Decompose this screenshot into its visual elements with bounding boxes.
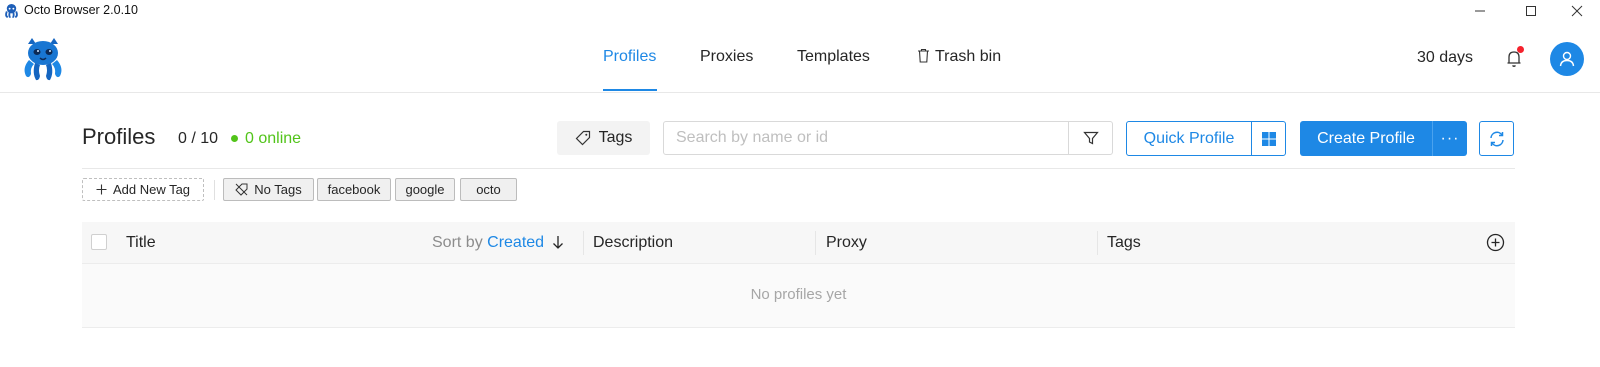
close-icon <box>1571 5 1583 17</box>
nav-proxies[interactable]: Proxies <box>700 48 753 66</box>
plus-icon <box>96 184 107 195</box>
minimize-button[interactable] <box>1457 0 1503 22</box>
trash-icon <box>918 48 929 63</box>
notifications-button[interactable] <box>1503 46 1525 70</box>
quick-profile-button[interactable]: Quick Profile <box>1126 121 1252 156</box>
tag-chip-no-tags[interactable]: No Tags <box>223 178 314 201</box>
octo-logo <box>24 38 62 81</box>
window-titlebar: Octo Browser 2.0.10 <box>0 0 1600 22</box>
nav-templates[interactable]: Templates <box>797 48 870 66</box>
create-profile-button[interactable]: Create Profile <box>1300 121 1432 156</box>
sort-descending-icon[interactable] <box>552 235 564 249</box>
tag-icon <box>575 130 590 146</box>
tags-separator <box>214 180 215 200</box>
page-title: Profiles <box>82 124 156 149</box>
column-divider <box>815 231 816 255</box>
online-count: 0 online <box>245 130 302 147</box>
column-header-title[interactable]: Title <box>126 234 156 252</box>
filter-icon <box>1083 131 1099 145</box>
tag-chip-label: No Tags <box>254 182 302 197</box>
select-all-checkbox[interactable] <box>91 234 107 250</box>
octo-app-icon <box>5 3 18 18</box>
add-new-tag-button[interactable]: Add New Tag <box>82 178 204 201</box>
subscription-days: 30 days <box>1417 49 1474 66</box>
tag-chip[interactable]: facebook <box>317 178 391 201</box>
refresh-icon <box>1489 131 1504 146</box>
tags-button-label: Tags <box>598 129 633 146</box>
more-options-button[interactable]: ··· <box>1432 121 1467 156</box>
column-divider <box>583 231 584 255</box>
table-header: Title Sort by Created Description Proxy … <box>82 222 1515 264</box>
close-window-button[interactable] <box>1554 0 1600 22</box>
add-new-tag-label: Add New Tag <box>112 182 191 197</box>
column-header-proxy[interactable]: Proxy <box>826 234 867 252</box>
column-header-tags[interactable]: Tags <box>1107 234 1141 252</box>
column-divider <box>1097 231 1098 255</box>
no-tag-icon <box>235 183 248 196</box>
minimize-icon <box>1475 10 1485 12</box>
os-select-button[interactable] <box>1251 121 1286 156</box>
nav-trash-bin[interactable]: Trash bin <box>917 48 1001 66</box>
filter-button[interactable] <box>1069 122 1113 154</box>
app-header: Profiles Proxies Templates Trash bin 30 … <box>0 22 1600 93</box>
sort-by-value[interactable]: Created <box>487 234 544 251</box>
tags-button[interactable]: Tags <box>557 121 650 155</box>
refresh-button[interactable] <box>1479 121 1514 156</box>
column-header-description[interactable]: Description <box>593 234 673 252</box>
nav-trash-label: Trash bin <box>935 48 1002 65</box>
nav-active-indicator <box>603 89 657 91</box>
maximize-icon <box>1526 6 1536 16</box>
maximize-button[interactable] <box>1508 0 1554 22</box>
online-status-dot <box>231 135 238 142</box>
search-box <box>663 121 1113 155</box>
table-body: No profiles yet <box>82 264 1515 328</box>
tag-chip[interactable]: google <box>395 178 455 201</box>
notification-badge <box>1517 46 1524 53</box>
sort-control[interactable]: Sort by Created <box>432 234 564 252</box>
toolbar-divider <box>82 168 1515 169</box>
window-title: Octo Browser 2.0.10 <box>24 3 138 17</box>
empty-state-text: No profiles yet <box>750 286 847 303</box>
nav-profiles[interactable]: Profiles <box>603 48 656 66</box>
windows-icon <box>1261 131 1276 146</box>
search-input[interactable] <box>664 122 1069 154</box>
add-column-icon[interactable] <box>1486 233 1505 252</box>
user-avatar-button[interactable] <box>1550 42 1584 76</box>
profile-count: 0 / 10 <box>178 130 219 147</box>
user-icon <box>1559 51 1575 67</box>
sort-by-label: Sort by <box>432 234 483 251</box>
tag-chip[interactable]: octo <box>460 178 517 201</box>
